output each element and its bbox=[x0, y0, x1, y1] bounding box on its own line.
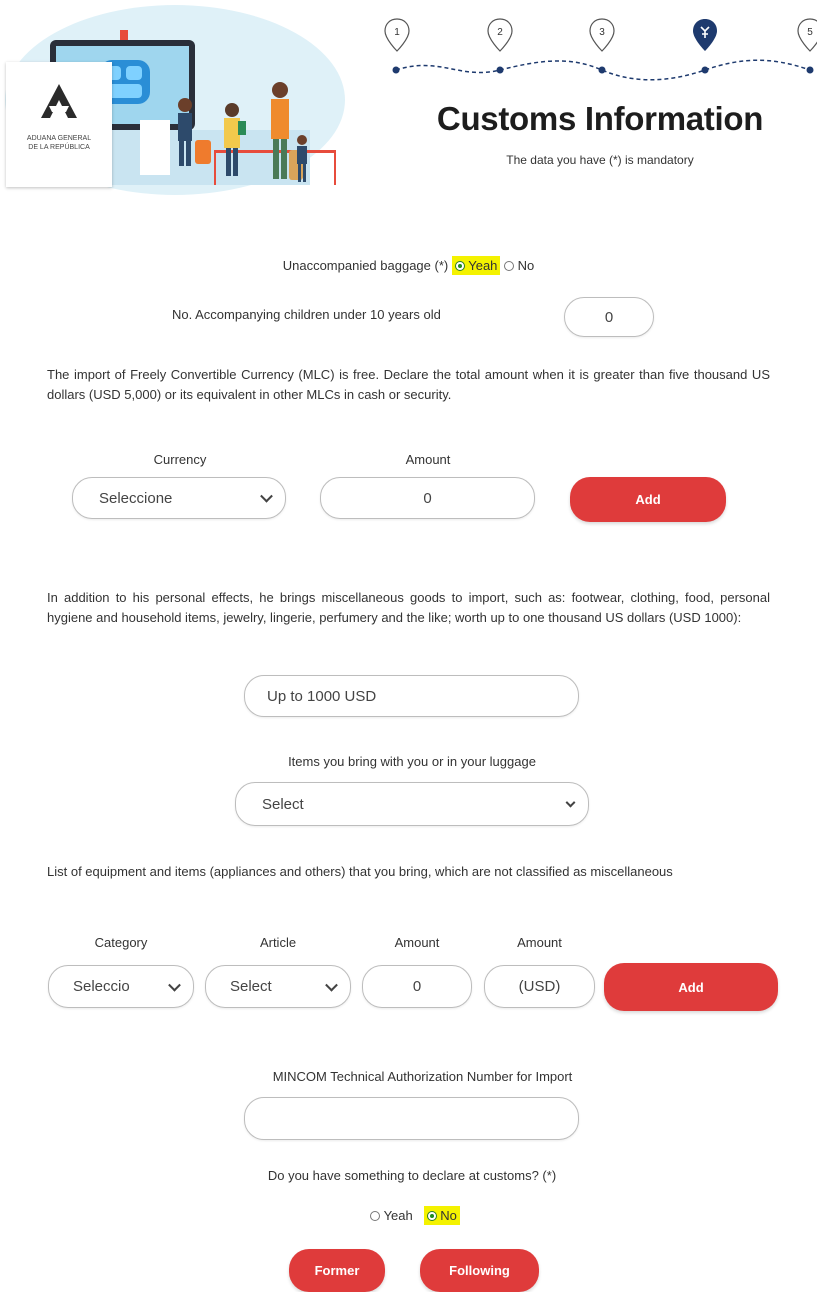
baggage-row: Unaccompanied baggage (*) Yeah No bbox=[0, 256, 817, 275]
mincom-input[interactable] bbox=[244, 1097, 579, 1140]
map-pin-icon: 2 bbox=[487, 18, 513, 52]
misc-value-field[interactable]: Up to 1000 USD bbox=[244, 675, 579, 717]
declare-option-yes[interactable]: Yeah bbox=[370, 1208, 413, 1223]
chevron-down-icon bbox=[260, 489, 273, 503]
article-label: Article bbox=[259, 935, 297, 950]
chevron-down-icon bbox=[325, 978, 338, 992]
equipment-usd-label: Amount bbox=[517, 935, 562, 950]
step-3-label: 3 bbox=[599, 27, 605, 38]
equipment-usd-value: (USD) bbox=[518, 978, 561, 995]
declare-option-no[interactable]: No bbox=[423, 1206, 460, 1225]
amount-label: Amount bbox=[405, 452, 451, 467]
map-pin-icon: 5 bbox=[797, 18, 817, 52]
baggage-no-label: No bbox=[517, 258, 535, 273]
step-4-current[interactable] bbox=[691, 18, 719, 52]
items-select[interactable]: Select bbox=[235, 782, 589, 826]
equipment-amount-input[interactable]: 0 bbox=[362, 965, 472, 1008]
radio-checked-icon[interactable] bbox=[454, 261, 465, 271]
radio-icon[interactable] bbox=[504, 261, 515, 271]
baggage-yes-label: Yeah bbox=[468, 258, 498, 273]
currency-description: The import of Freely Convertible Currenc… bbox=[47, 367, 770, 402]
former-button[interactable]: Former bbox=[289, 1249, 385, 1292]
baggage-option-yes[interactable]: Yeah bbox=[451, 256, 501, 275]
children-label: No. Accompanying children under 10 years… bbox=[172, 307, 441, 322]
equipment-amount-value: 0 bbox=[412, 978, 422, 995]
customs-logo: ADUANA GENERAL DE LA REPÚBLICA bbox=[6, 62, 112, 187]
radio-checked-icon[interactable] bbox=[426, 1211, 437, 1221]
children-count-input[interactable]: 0 bbox=[564, 297, 654, 337]
misc-value-text: Up to 1000 USD bbox=[267, 687, 377, 705]
declare-options: Yeah No bbox=[0, 1206, 817, 1225]
step-5-label: 5 bbox=[807, 27, 813, 38]
currency-amount-input[interactable]: 0 bbox=[320, 477, 535, 519]
map-pin-icon: 1 bbox=[384, 18, 410, 52]
equipment-usd-input[interactable]: (USD) bbox=[484, 965, 595, 1008]
step-1[interactable]: 1 bbox=[383, 18, 411, 52]
page-subtitle: The data you have (*) is mandatory bbox=[506, 153, 694, 167]
currency-select[interactable]: Seleccione bbox=[72, 477, 286, 519]
category-label: Category bbox=[94, 935, 148, 950]
step-path bbox=[392, 59, 814, 81]
items-label: Items you bring with you or in your lugg… bbox=[288, 754, 536, 769]
currency-amount-value: 0 bbox=[423, 489, 432, 507]
currency-select-value: Seleccione bbox=[99, 489, 173, 507]
declare-no-label: No bbox=[440, 1208, 457, 1223]
map-pin-icon: 3 bbox=[589, 18, 615, 52]
logo-text-line1: ADUANA GENERAL bbox=[26, 135, 92, 142]
following-button[interactable]: Following bbox=[420, 1249, 539, 1292]
add-currency-button[interactable]: Add bbox=[570, 477, 726, 522]
map-pin-filled-icon bbox=[693, 19, 717, 51]
equipment-amount-label: Amount bbox=[394, 935, 440, 950]
chevron-down-icon bbox=[168, 978, 181, 992]
equipment-description: List of equipment and items (appliances … bbox=[47, 864, 673, 879]
step-1-label: 1 bbox=[394, 27, 400, 38]
mincom-label: MINCOM Technical Authorization Number fo… bbox=[272, 1069, 573, 1084]
article-select-value: Select bbox=[230, 978, 272, 995]
declare-yes-label: Yeah bbox=[383, 1208, 413, 1223]
page-title: Customs Information bbox=[436, 100, 764, 137]
children-count-value: 0 bbox=[604, 308, 614, 326]
radio-icon[interactable] bbox=[370, 1211, 381, 1221]
step-5[interactable]: 5 bbox=[796, 18, 817, 52]
items-select-value: Select bbox=[262, 795, 304, 813]
category-select[interactable]: Seleccio bbox=[48, 965, 194, 1008]
misc-description: In addition to his personal effects, he … bbox=[47, 590, 770, 625]
logo-text-line2: DE LA REPÚBLICA bbox=[28, 144, 90, 151]
step-2[interactable]: 2 bbox=[486, 18, 514, 52]
baggage-label: Unaccompanied baggage (*) bbox=[282, 258, 449, 273]
step-2-label: 2 bbox=[497, 27, 503, 38]
add-equipment-button[interactable]: Add bbox=[604, 963, 778, 1011]
declare-label: Do you have something to declare at cust… bbox=[267, 1168, 557, 1183]
baggage-option-no[interactable]: No bbox=[504, 258, 534, 273]
category-select-value: Seleccio bbox=[73, 978, 130, 995]
logo-mark-icon bbox=[41, 84, 77, 118]
currency-label: Currency bbox=[153, 452, 207, 467]
step-indicator: 1 2 3 5 bbox=[380, 18, 817, 88]
step-3[interactable]: 3 bbox=[588, 18, 616, 52]
article-select[interactable]: Select bbox=[205, 965, 351, 1008]
chevron-down-icon bbox=[565, 797, 576, 808]
